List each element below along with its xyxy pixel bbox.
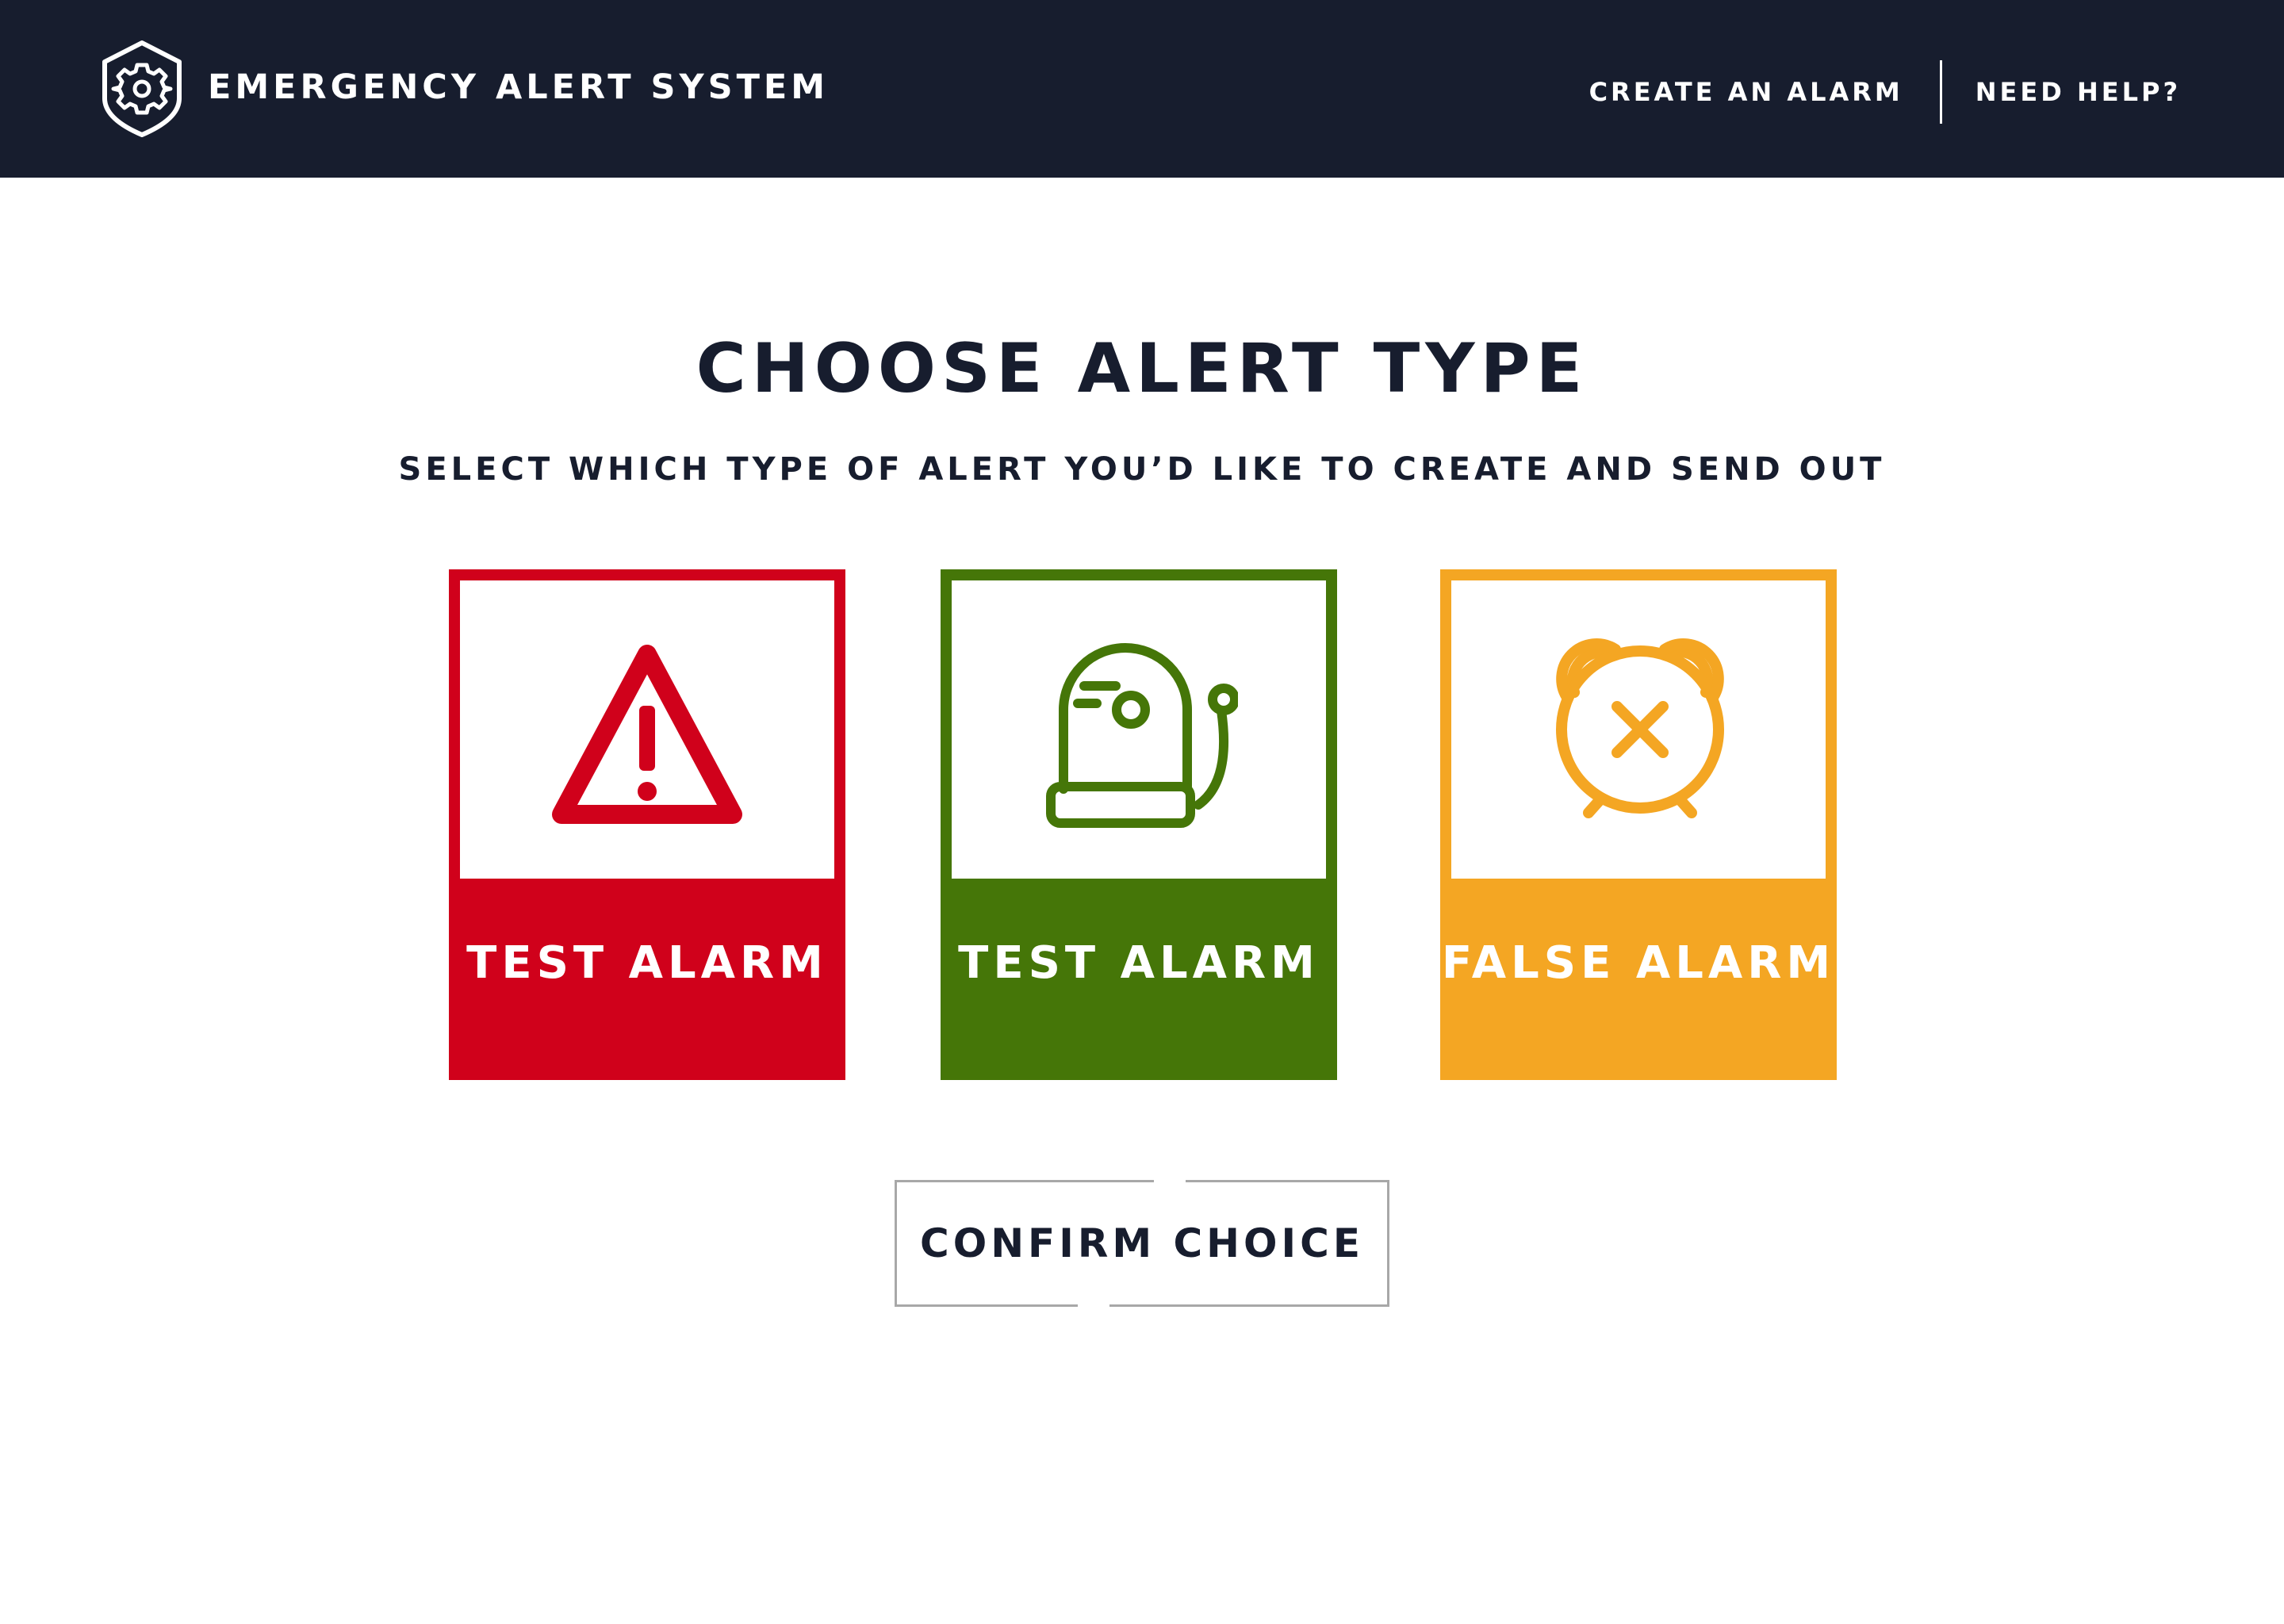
nav-link-need-help[interactable]: NEED HELP? xyxy=(1976,77,2181,107)
nav-link-create-alarm[interactable]: CREATE AN ALARM xyxy=(1589,77,1903,107)
alert-type-card-test-alarm-red[interactable]: TEST ALARM xyxy=(449,569,845,1080)
card-label: TEST ALARM xyxy=(466,936,828,989)
card-label-area: TEST ALARM xyxy=(460,879,834,1069)
page-title: CHOOSE ALERT TYPE xyxy=(696,329,1588,408)
alarm-clock-x-icon xyxy=(1556,638,1724,818)
card-label: FALSE ALARM xyxy=(1441,936,1836,989)
confirm-choice-button[interactable]: CONFIRM CHOICE xyxy=(895,1178,1389,1308)
card-label-area: TEST ALARM xyxy=(952,879,1326,1069)
card-icon-area xyxy=(952,580,1326,879)
card-icon-area xyxy=(1451,580,1826,879)
shield-gear-icon xyxy=(102,40,182,137)
card-label-area: FALSE ALARM xyxy=(1442,879,1830,1069)
button-notch xyxy=(1078,1302,1109,1308)
top-navbar: EMERGENCY ALERT SYSTEM CREATE AN ALARM N… xyxy=(0,0,2284,178)
warning-triangle-icon xyxy=(552,645,742,824)
top-nav: CREATE AN ALARM NEED HELP? xyxy=(1589,60,2181,124)
confirm-choice-label: CONFIRM CHOICE xyxy=(920,1220,1364,1266)
card-icon-area xyxy=(460,580,834,879)
alert-type-card-test-alarm-green[interactable]: TEST ALARM xyxy=(941,569,1337,1080)
card-label: TEST ALARM xyxy=(958,936,1320,989)
alert-type-card-false-alarm[interactable]: FALSE ALARM xyxy=(1440,569,1837,1080)
app-title: EMERGENCY ALERT SYSTEM xyxy=(208,67,830,107)
button-notch xyxy=(1154,1178,1186,1185)
page-subtitle: SELECT WHICH TYPE OF ALERT YOU’D LIKE TO… xyxy=(398,451,1886,488)
nav-divider xyxy=(1939,60,1942,124)
alarm-bell-icon xyxy=(1046,643,1238,828)
